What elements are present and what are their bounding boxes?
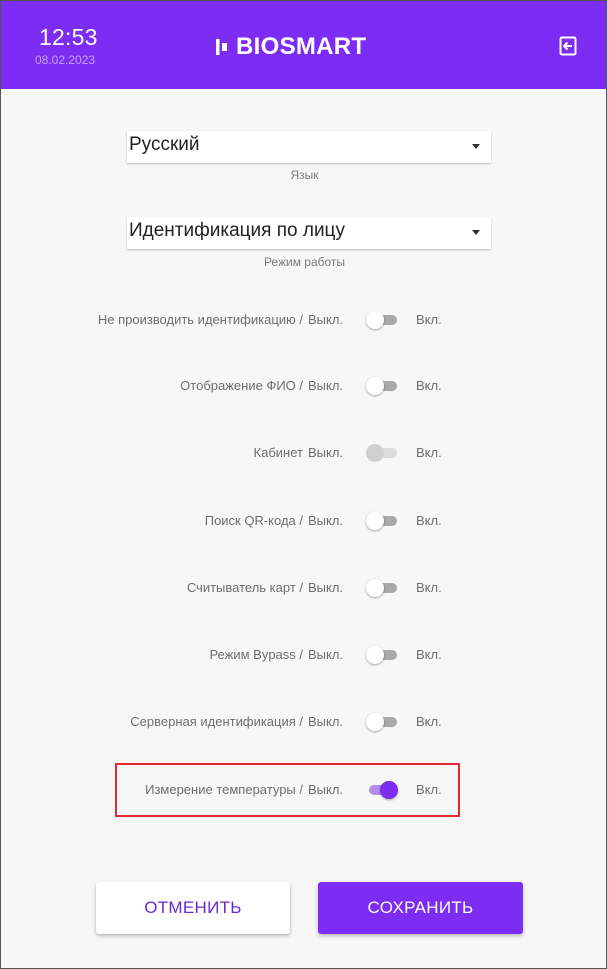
server-identification-toggle[interactable] (366, 712, 400, 732)
setting-on-label: Вкл. (416, 580, 442, 595)
setting-off-label: Выкл. (308, 378, 344, 393)
brand-logo: BIOSMART (216, 29, 366, 65)
card-reader-toggle[interactable] (366, 578, 400, 598)
setting-row-cabinet: Кабинет Выкл. Вкл. (1, 441, 606, 465)
temperature-toggle[interactable] (366, 780, 400, 800)
bypass-toggle[interactable] (366, 645, 400, 665)
setting-label: Измерение температуры / (145, 782, 303, 797)
save-button[interactable]: СОХРАНИТЬ (318, 882, 523, 934)
chevron-down-icon (472, 144, 480, 149)
setting-off-label: Выкл. (308, 445, 344, 460)
setting-row-qr-search: Поиск QR-кода / Выкл. Вкл. (1, 509, 606, 533)
app-window: 12:53 08.02.2023 BIOSMART Русский Язык И… (0, 0, 607, 969)
setting-row-bypass: Режим Bypass / Выкл. Вкл. (1, 643, 606, 667)
qr-search-toggle[interactable] (366, 511, 400, 531)
setting-on-label: Вкл. (416, 513, 442, 528)
setting-label: Поиск QR-кода / (204, 513, 303, 528)
setting-label: Режим Bypass / (209, 647, 303, 662)
language-select-value: Русский (129, 134, 200, 155)
setting-label: Считыватель карт / (186, 580, 303, 595)
clock-date: 08.02.2023 (35, 53, 96, 67)
setting-off-label: Выкл. (308, 580, 344, 595)
setting-on-label: Вкл. (416, 445, 442, 460)
top-bar: 12:53 08.02.2023 BIOSMART (1, 1, 606, 89)
setting-row-show-name: Отображение ФИО / Выкл. Вкл. (1, 374, 606, 398)
setting-on-label: Вкл. (416, 312, 442, 327)
cabinet-toggle (366, 443, 400, 463)
setting-off-label: Выкл. (308, 782, 344, 797)
setting-off-label: Выкл. (308, 312, 344, 327)
setting-label: Не производить идентификацию / (97, 312, 303, 327)
setting-row-server-identification: Серверная идентификация / Выкл. Вкл. (1, 710, 606, 734)
setting-off-label: Выкл. (308, 513, 344, 528)
setting-off-label: Выкл. (308, 714, 344, 729)
setting-label: Серверная идентификация / (130, 714, 303, 729)
language-label: Язык (290, 168, 319, 182)
setting-on-label: Вкл. (416, 714, 442, 729)
chevron-down-icon (472, 230, 480, 235)
setting-row-temperature: Измерение температуры / Выкл. Вкл. (1, 778, 606, 802)
mode-select-value: Идентификация по лицу (129, 220, 345, 241)
setting-label: Отображение ФИО / (180, 378, 303, 393)
logo-text: BIOSMART (236, 33, 367, 60)
setting-on-label: Вкл. (416, 782, 442, 797)
clock-time: 12:53 (39, 24, 98, 50)
setting-row-card-reader: Считыватель карт / Выкл. Вкл. (1, 576, 606, 600)
language-select[interactable]: Русский (127, 131, 491, 163)
setting-label: Кабинет (253, 445, 303, 460)
setting-row-no-identification: Не производить идентификацию / Выкл. Вкл… (1, 308, 606, 332)
show-name-toggle[interactable] (366, 376, 400, 396)
setting-off-label: Выкл. (308, 647, 344, 662)
mode-label: Режим работы (263, 255, 346, 269)
cancel-button[interactable]: ОТМЕНИТЬ (96, 882, 290, 934)
no-identification-toggle[interactable] (366, 310, 400, 330)
exit-icon[interactable] (559, 36, 577, 56)
mode-select[interactable]: Идентификация по лицу (127, 217, 491, 249)
setting-on-label: Вкл. (416, 647, 442, 662)
logo-mark-icon (216, 37, 230, 57)
setting-on-label: Вкл. (416, 378, 442, 393)
